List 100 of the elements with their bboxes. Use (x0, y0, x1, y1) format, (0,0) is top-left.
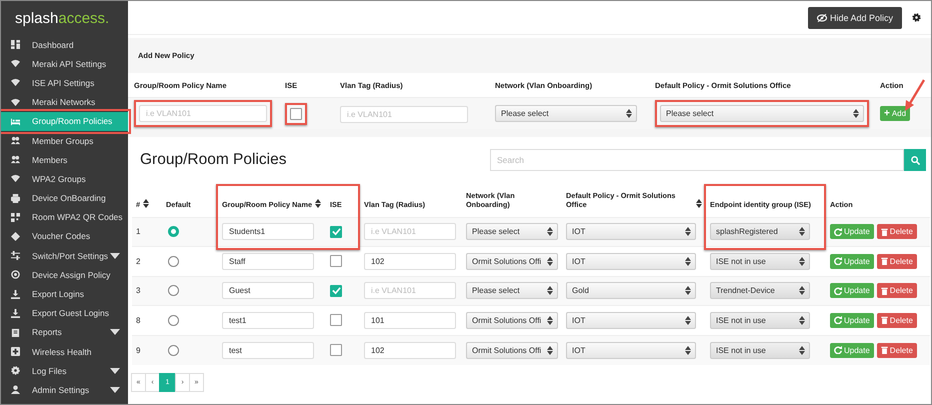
dropdown[interactable]: ISE not in use (710, 252, 810, 270)
sidebar-item[interactable]: Voucher Codes (1, 226, 128, 246)
updown-caret-icon (685, 227, 691, 236)
dropdown[interactable]: ISE not in use (710, 342, 810, 358)
input-field[interactable]: test (222, 342, 314, 358)
users-icon (11, 155, 20, 164)
sort-icon[interactable] (143, 198, 150, 208)
input-field[interactable]: Staff (222, 252, 314, 270)
hide-add-policy-button[interactable]: Hide Add Policy (808, 6, 902, 28)
updown-caret-icon (799, 346, 805, 354)
input-field[interactable]: i.e VLAN101 (364, 282, 456, 300)
dropdown[interactable]: Ormit Solutions Offi (466, 342, 558, 358)
refresh-icon (834, 346, 842, 354)
trash-icon (880, 346, 888, 354)
sliders-icon (11, 251, 20, 260)
dropdown[interactable]: Please select (466, 282, 558, 300)
search-button[interactable] (904, 149, 926, 171)
dropdown[interactable]: Ormit Solutions Offi (466, 312, 558, 329)
delete-button[interactable]: Delete (876, 312, 917, 328)
sort-icon[interactable] (315, 198, 322, 208)
delete-button[interactable]: Delete (876, 342, 917, 358)
input-field[interactable]: i.e VLAN101 (364, 223, 456, 240)
checkbox[interactable] (330, 255, 342, 268)
row-number: 8 (136, 316, 140, 325)
dropdown[interactable]: IOT (566, 252, 696, 270)
input-field[interactable]: Students1 (222, 223, 314, 240)
input-field[interactable]: 101 (364, 312, 456, 329)
updown-caret-icon (799, 316, 805, 325)
input-field[interactable]: 102 (364, 342, 456, 358)
wifi-icon (11, 98, 20, 107)
updown-caret-icon (853, 109, 859, 118)
radio-button[interactable] (168, 256, 179, 267)
delete-button[interactable]: Delete (876, 224, 917, 240)
dropdown[interactable]: Please select (495, 105, 637, 122)
caret-icon (110, 386, 120, 393)
dropdown[interactable]: IOT (566, 342, 696, 358)
sidebar-item[interactable]: Members (1, 150, 128, 170)
dropdown[interactable]: Trendnet-Device (710, 282, 810, 300)
gear-icon (11, 366, 20, 376)
sidebar-item[interactable]: ISE API Settings (1, 73, 128, 93)
dropdown[interactable]: Please select (466, 223, 558, 240)
refresh-icon (834, 316, 842, 324)
settings-icon[interactable] (912, 13, 921, 22)
input-field[interactable]: i.e VLAN101 (139, 105, 267, 122)
input-field[interactable]: test1 (222, 312, 314, 329)
trash-icon (880, 228, 888, 236)
delete-button[interactable]: Delete (876, 283, 917, 298)
input-field[interactable]: i.e VLAN101 (340, 106, 468, 123)
updown-caret-icon (547, 286, 553, 296)
sidebar-item[interactable]: Admin Settings (1, 380, 128, 400)
radio-button[interactable] (168, 344, 179, 356)
dropdown[interactable]: IOT (566, 312, 696, 329)
users-icon (11, 136, 20, 146)
updown-caret-icon (685, 286, 691, 296)
updown-caret-icon (626, 109, 632, 118)
annotation-arrow (903, 78, 927, 112)
sidebar-item[interactable]: Meraki API Settings (1, 54, 128, 74)
updown-caret-icon (685, 346, 691, 354)
sidebar-item[interactable]: Dashboard (1, 35, 128, 54)
bed-icon (11, 116, 20, 126)
refresh-icon (834, 228, 842, 236)
sidebar-item[interactable]: Export Guest Logins (1, 304, 128, 323)
search-field[interactable]: Search (490, 149, 904, 171)
checkbox[interactable] (330, 344, 342, 356)
target-icon (11, 270, 20, 280)
sidebar-item[interactable]: Room WPA2 QR Codes (1, 208, 128, 227)
updown-caret-icon (799, 256, 805, 266)
dropdown[interactable]: splashRegistered (710, 223, 810, 240)
sidebar-item[interactable]: Meraki Networks (1, 92, 128, 112)
updown-caret-icon (799, 286, 805, 296)
dropdown[interactable]: IOT (566, 223, 696, 240)
plus-square-icon (11, 347, 20, 356)
sidebar-item[interactable]: Device OnBoarding (1, 188, 128, 208)
sidebar-item[interactable]: Wireless Health (1, 342, 128, 362)
radio-button[interactable] (168, 226, 179, 238)
sidebar-item[interactable]: WPA2 Groups (1, 169, 128, 188)
sidebar-item[interactable]: Reports (1, 322, 128, 342)
radio-button[interactable] (168, 314, 179, 326)
delete-button[interactable]: Delete (876, 254, 917, 269)
sidebar-item[interactable]: Switch/Port Settings (1, 246, 128, 266)
checkbox[interactable] (290, 108, 302, 120)
printer-icon (11, 194, 20, 203)
input-field[interactable]: 102 (364, 252, 456, 270)
section-title: Group/Room Policies (140, 151, 286, 169)
sidebar-item[interactable]: Export Logins (1, 284, 128, 304)
user-icon (11, 385, 20, 394)
dropdown[interactable]: ISE not in use (710, 312, 810, 329)
checkbox[interactable] (330, 226, 342, 238)
sort-icon[interactable] (696, 198, 702, 208)
sidebar-item[interactable]: Device Assign Policy (1, 265, 128, 284)
dropdown[interactable]: Ormit Solutions Offi (466, 252, 558, 270)
updown-caret-icon (547, 346, 553, 354)
radio-button[interactable] (168, 285, 179, 296)
dropdown[interactable]: Please select (660, 105, 864, 122)
input-field[interactable]: Guest (222, 282, 314, 300)
sidebar-item[interactable]: Member Groups (1, 130, 128, 150)
checkbox[interactable] (330, 284, 342, 297)
dropdown[interactable]: Gold (566, 282, 696, 300)
checkbox[interactable] (330, 314, 342, 326)
sidebar-item[interactable]: Log Files (1, 361, 128, 380)
